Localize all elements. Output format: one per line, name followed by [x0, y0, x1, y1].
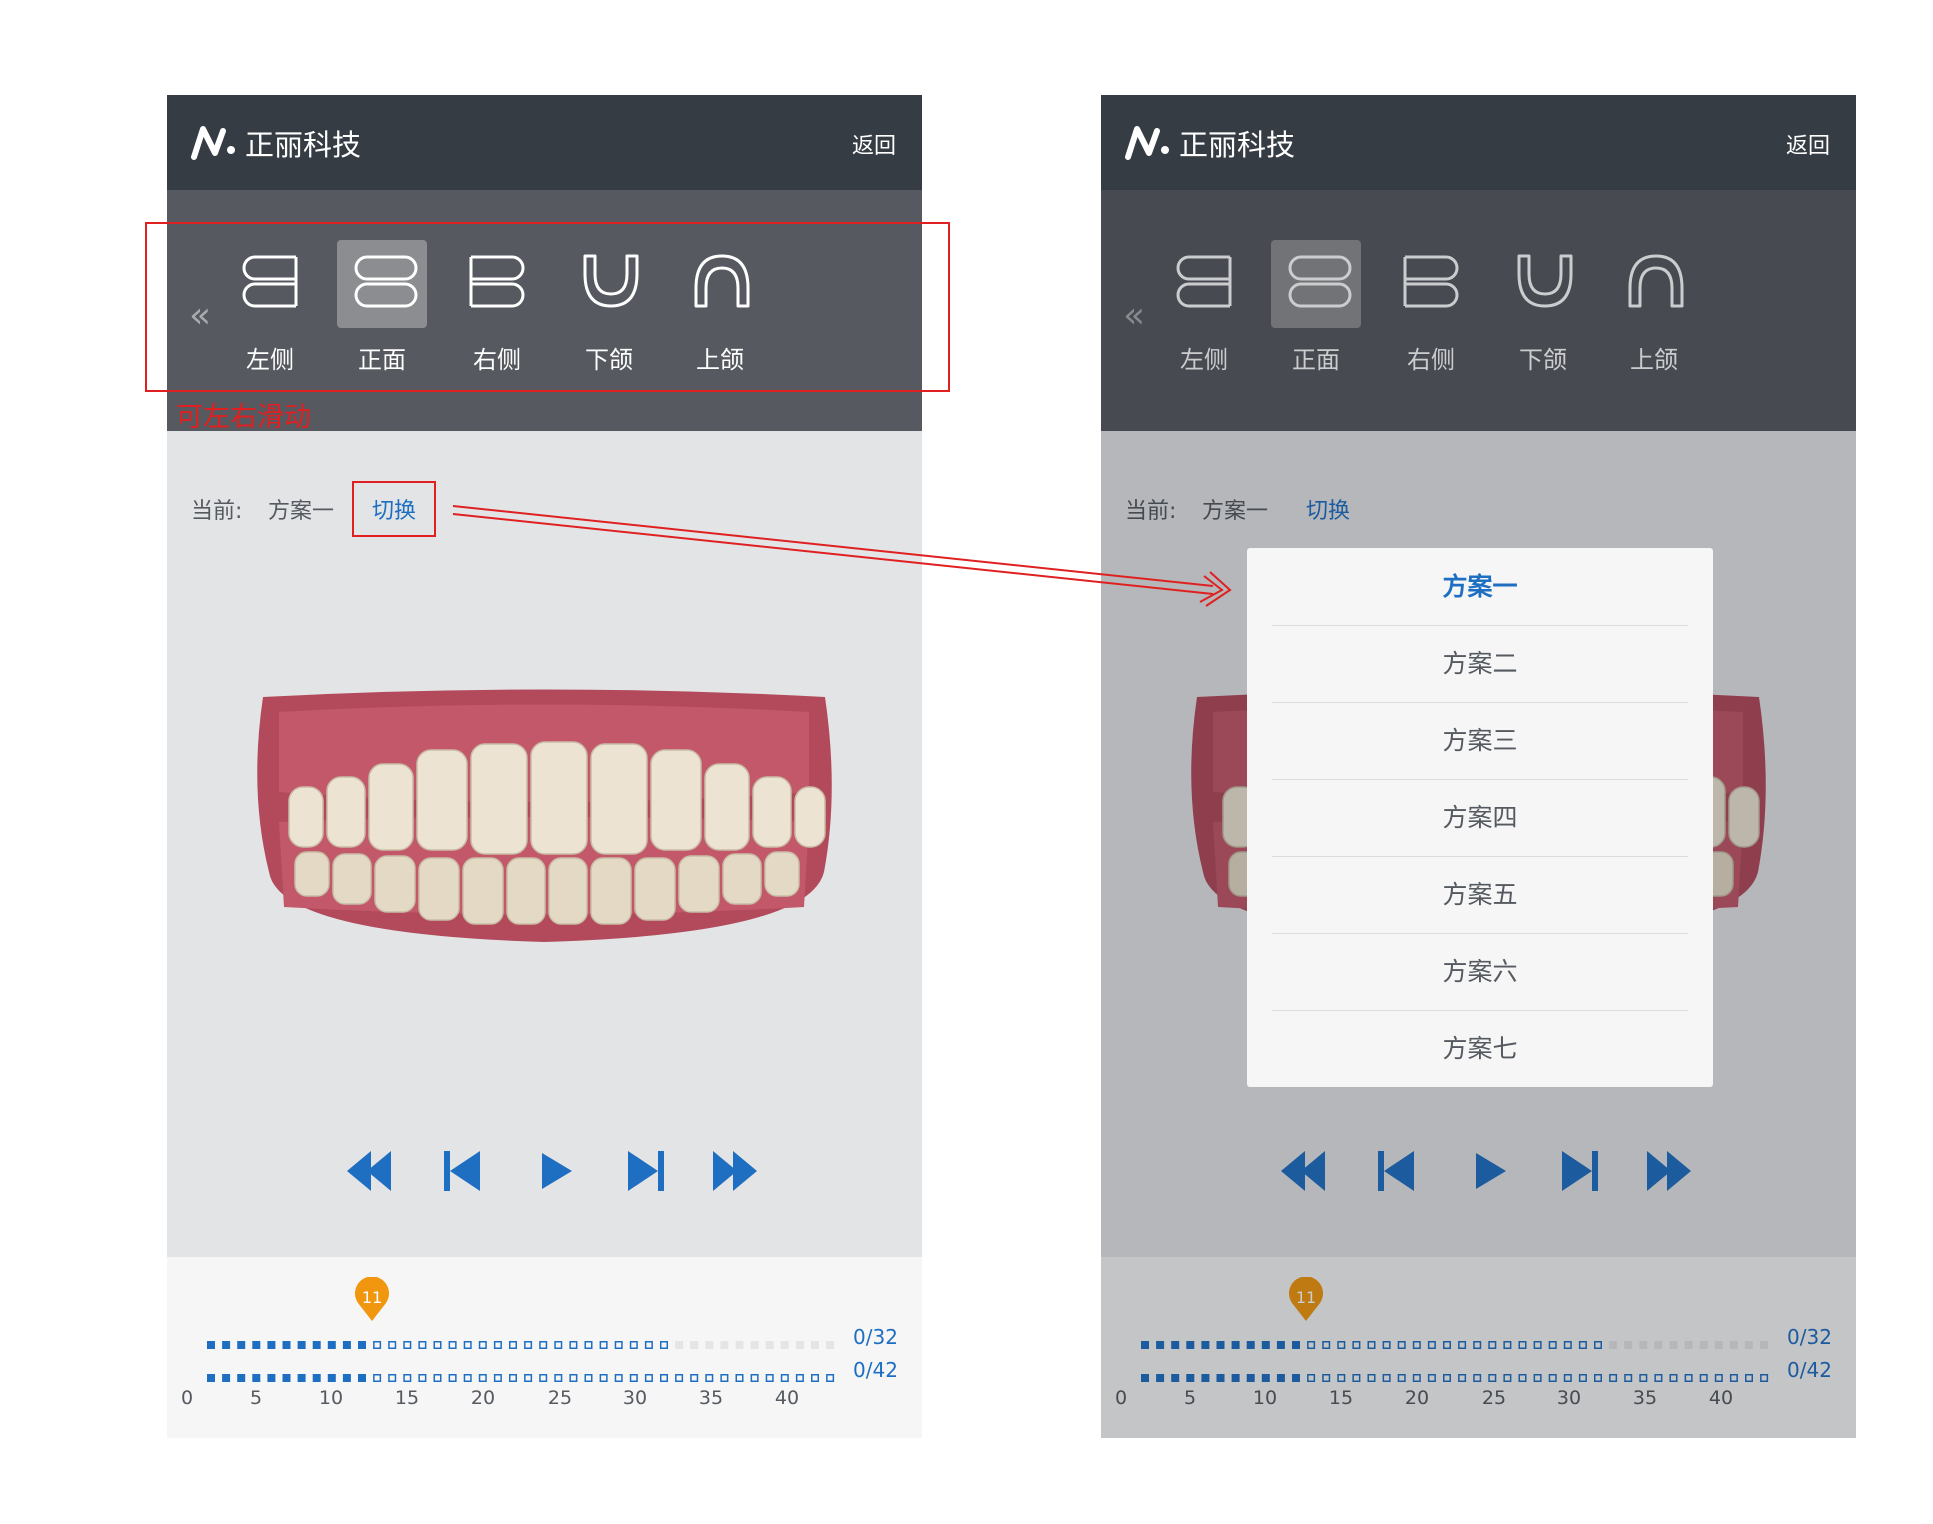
- annotation-arrow: [452, 505, 1232, 607]
